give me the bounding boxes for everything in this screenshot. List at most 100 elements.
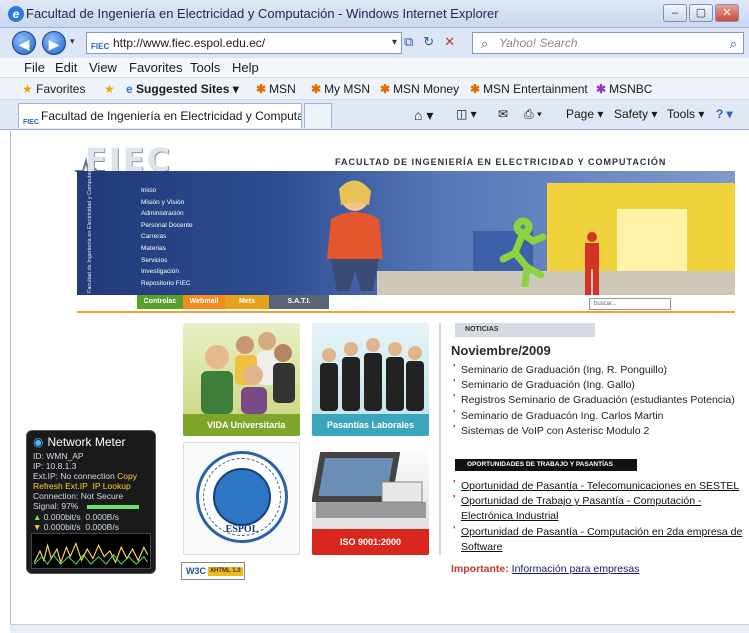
menu-view[interactable]: View: [89, 60, 117, 75]
side-menu-item[interactable]: Misión y Visión: [141, 197, 193, 209]
tab-active[interactable]: FIEC Facultad de Ingeniería en Electrici…: [18, 103, 302, 128]
espol-label: ESPOL: [225, 524, 259, 535]
students-photo: [201, 332, 295, 414]
menu-tools[interactable]: Tools: [190, 60, 220, 75]
side-menu-item[interactable]: Personal Docente: [141, 220, 193, 232]
side-menu-item[interactable]: Materias: [141, 243, 193, 255]
tools-menu[interactable]: Tools ▾: [667, 107, 704, 121]
menu-favorites[interactable]: Favorites: [129, 60, 182, 75]
news-item[interactable]: Sistemas de VoIP con Asterisc Modulo 2: [453, 422, 743, 439]
home-icon[interactable]: ⌂ ▾: [414, 107, 433, 124]
professionals-photo: [320, 338, 424, 411]
suggested-sites-button[interactable]: e Suggested Sites ▾: [126, 82, 239, 96]
runner-figure: [499, 217, 547, 287]
address-input[interactable]: FIEC http://www.fiec.espol.edu.ec/ ▾: [86, 32, 402, 54]
download-arrow-icon: ▼: [33, 522, 42, 532]
fav-link-my-msn[interactable]: ✱ My MSN: [311, 82, 370, 96]
company-info-link[interactable]: Información para empresas: [512, 563, 640, 575]
vertical-faculty-text: Facultad de Ingeniería en Electricidad y…: [87, 162, 93, 293]
side-menu-item[interactable]: Investigación: [141, 266, 193, 278]
help-icon[interactable]: ? ▾: [716, 107, 733, 121]
address-toolbar: ◀ ▶ ▾ FIEC http://www.fiec.espol.edu.ec/…: [0, 28, 749, 58]
important-notice: Importante: Información para empresas: [451, 563, 639, 575]
gadget-signal: Signal: 97%: [33, 501, 139, 511]
msn-butterfly-icon: ✱: [311, 82, 322, 96]
tile-caption: VIDA Universitaria: [183, 414, 300, 436]
tab-mets[interactable]: Mets: [225, 295, 269, 309]
news-item[interactable]: Registros Seminario de Graduación (estud…: [453, 391, 743, 408]
new-tab-button[interactable]: [304, 103, 332, 128]
add-favorites-icon[interactable]: ★: [104, 82, 115, 96]
stop-icon[interactable]: ✕: [444, 34, 455, 50]
side-menu-item[interactable]: Inicio: [141, 185, 193, 197]
tile-vida-universitaria[interactable]: VIDA Universitaria: [183, 323, 300, 436]
menu-help[interactable]: Help: [232, 60, 259, 75]
close-button[interactable]: ✕: [715, 4, 739, 22]
upload-arrow-icon: ▲: [33, 512, 42, 522]
safety-menu[interactable]: Safety ▾: [614, 107, 657, 121]
opportunity-link[interactable]: Oportunidad de Pasantía - Computación en…: [453, 523, 743, 555]
laptop-photo: [312, 452, 426, 518]
news-item[interactable]: Seminario de Graduacón Ing. Carlos Marti…: [453, 407, 743, 424]
refresh-ext-ip-link[interactable]: Refresh Ext.IP: [33, 481, 88, 491]
history-dropdown-icon[interactable]: ▾: [70, 36, 75, 47]
print-icon[interactable]: ⎙ ▾: [524, 107, 542, 122]
news-item[interactable]: Seminario de Graduación (Ing. R. Ponguil…: [453, 361, 743, 378]
banner-search-input[interactable]: buscar...: [589, 298, 671, 310]
ip-lookup-link[interactable]: IP Lookup: [93, 481, 131, 491]
fav-link-msn-money[interactable]: ✱ MSN Money: [380, 82, 459, 96]
side-menu-item[interactable]: Administración: [141, 208, 193, 220]
tile-iso-9001[interactable]: ISO 9001:2000: [312, 442, 429, 555]
menu-edit[interactable]: Edit: [55, 60, 77, 75]
copy-link[interactable]: Copy: [117, 471, 137, 481]
page-menu[interactable]: Page ▾: [566, 107, 603, 121]
w3c-xhtml-badge[interactable]: W3C XHTML 1.0: [181, 562, 245, 580]
feeds-icon[interactable]: ◫ ▾: [456, 107, 477, 121]
side-menu-item[interactable]: Repositorio FIEC: [141, 278, 193, 290]
gadget-download: ▼ 0.000bit/s 0.000B/s: [33, 522, 119, 532]
tab-controlac[interactable]: Controlac: [137, 295, 183, 309]
tab-webmail[interactable]: Webmail: [183, 295, 225, 309]
opportunity-link[interactable]: Oportunidad de Pasantía - Telecomunicaci…: [453, 477, 743, 494]
search-input[interactable]: ⌕ Yahoo! Search ⌕: [472, 32, 744, 54]
tab-sati[interactable]: S.A.T.I.: [269, 295, 329, 309]
site-banner: FIEC FACULTAD DE INGENIERÍA EN ELECTRICI…: [15, 135, 735, 313]
mail-icon[interactable]: ✉: [498, 107, 508, 121]
important-label: Importante:: [451, 563, 509, 575]
tab-bar: FIEC Facultad de Ingeniería en Electrici…: [0, 100, 749, 130]
espol-seal-logo: ESPOL: [196, 451, 288, 543]
tile-caption: Pasantías Laborales: [312, 414, 429, 436]
address-dropdown-icon[interactable]: ▾: [392, 33, 397, 53]
favorites-button[interactable]: ★ Favorites: [22, 82, 85, 96]
gadget-title: ◉ Network Meter: [33, 435, 126, 449]
gadget-id: ID: WMN_AP: [33, 451, 84, 461]
student-photo: [327, 180, 383, 291]
tile-pasantias-laborales[interactable]: Pasantías Laborales: [312, 323, 429, 436]
maximize-button[interactable]: ▢: [689, 4, 713, 22]
opportunity-link[interactable]: Oportunidad de Trabajo y Pasantía - Comp…: [453, 492, 743, 524]
signal-bar: [86, 504, 139, 509]
walker-figure: [585, 232, 599, 295]
address-url: http://www.fiec.espol.edu.ec/: [113, 36, 266, 50]
forward-button[interactable]: ▶: [42, 31, 66, 55]
search-icon[interactable]: ⌕: [730, 34, 737, 54]
opportunities-list: Oportunidad de Pasantía - Telecomunicaci…: [453, 477, 743, 555]
back-button[interactable]: ◀: [12, 31, 36, 55]
search-provider-icon: ⌕: [481, 36, 489, 51]
fav-link-msn-entertainment[interactable]: ✱ MSN Entertainment: [470, 82, 588, 96]
network-meter-gadget[interactable]: ◉ Network Meter ID: WMN_AP IP: 10.8.1.3 E…: [26, 430, 156, 574]
msn-butterfly-icon: ✱: [380, 82, 391, 96]
side-menu-item[interactable]: Servicios: [141, 255, 193, 267]
msnbc-peacock-icon: ✱: [596, 82, 607, 96]
minimize-button[interactable]: –: [663, 4, 687, 22]
tile-espol-seal[interactable]: ESPOL: [183, 442, 300, 555]
refresh-icon[interactable]: ↻: [423, 34, 434, 50]
fav-link-msnbc[interactable]: ✱ MSNBC: [596, 82, 652, 96]
news-header: NOTICIAS: [455, 323, 595, 337]
turtle-emblem-icon: [213, 468, 271, 526]
news-item[interactable]: Seminario de Graduación (Ing. Gallo): [453, 376, 743, 393]
side-menu-item[interactable]: Carreras: [141, 231, 193, 243]
compatibility-icon[interactable]: ⧉: [404, 34, 413, 50]
fav-link-msn[interactable]: ✱ MSN: [256, 82, 296, 96]
menu-file[interactable]: File: [24, 60, 45, 75]
